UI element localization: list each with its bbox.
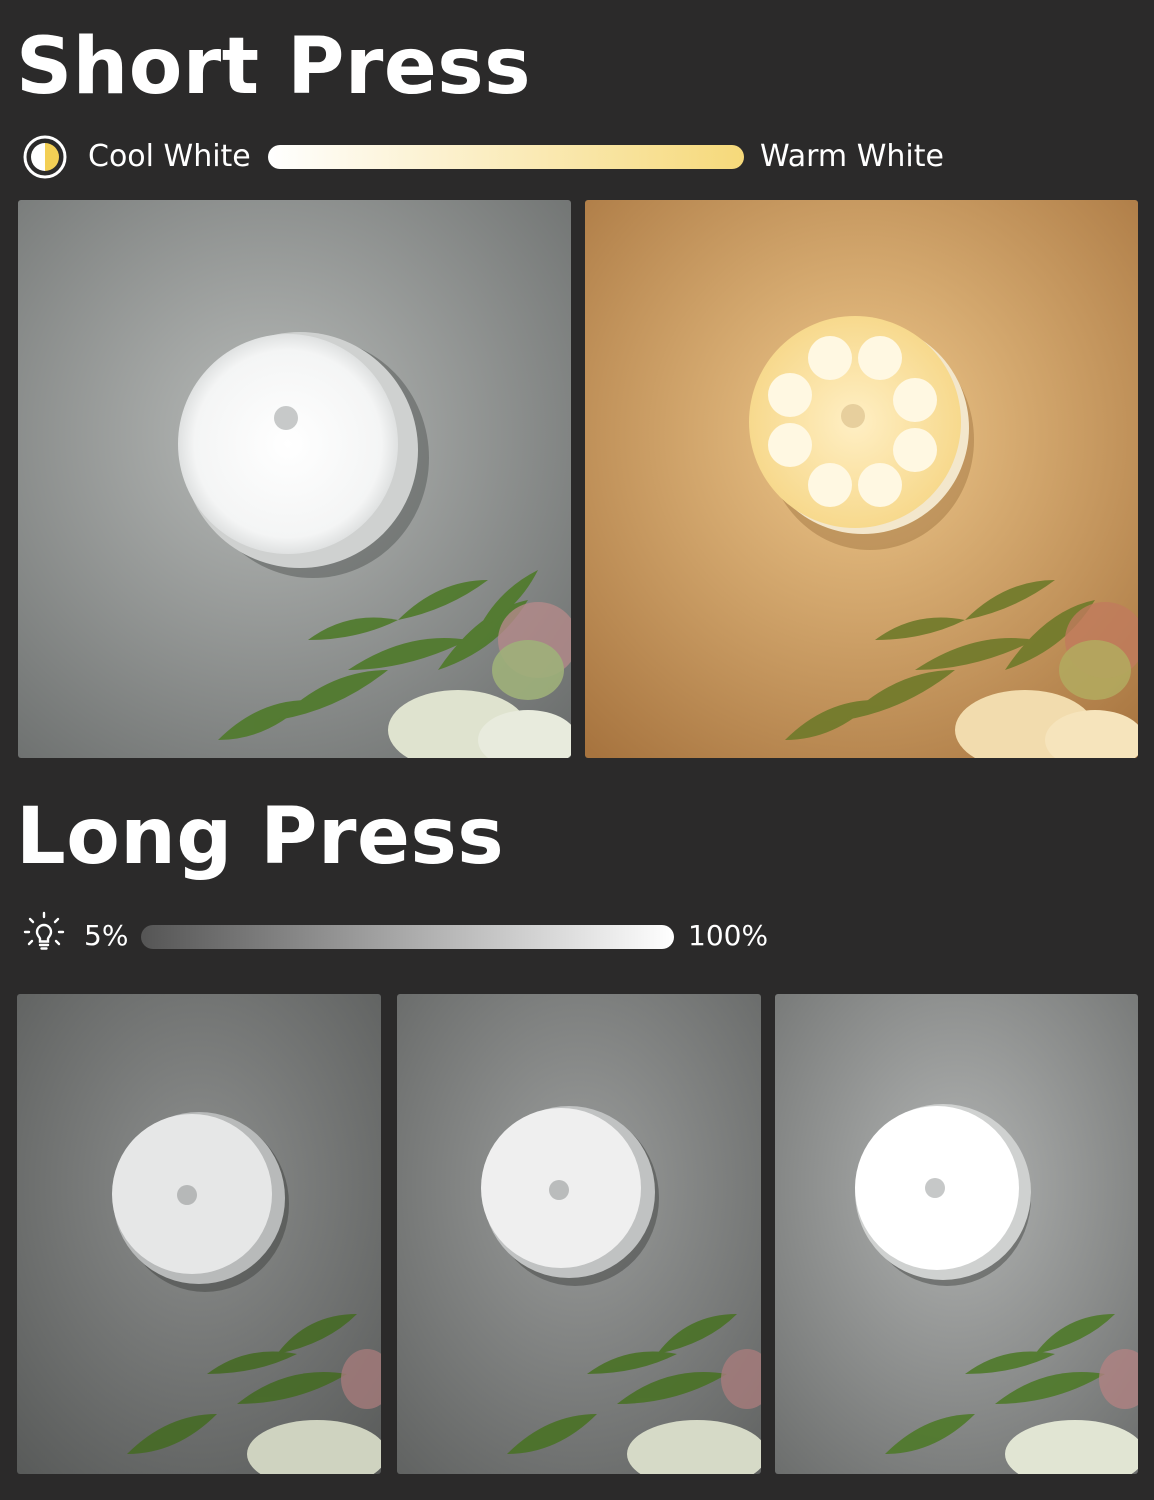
- brightness-low-photo: [17, 994, 381, 1474]
- brightness-high-photo: [775, 994, 1138, 1474]
- brightness-min-label: 5%: [84, 919, 129, 952]
- lightbulb-brightness-icon: [22, 910, 66, 954]
- cool-white-light-photo: [18, 200, 571, 758]
- brightness-gradient-bar: [141, 925, 674, 949]
- short-press-title: Short Press: [16, 22, 532, 112]
- brightness-medium-photo: [397, 994, 761, 1474]
- half-circle-color-temperature-icon: [22, 134, 68, 180]
- cool-white-label: Cool White: [88, 139, 251, 174]
- color-temperature-gradient-bar: [268, 145, 744, 169]
- brightness-max-label: 100%: [688, 919, 769, 952]
- long-press-title: Long Press: [16, 792, 505, 882]
- warm-white-label: Warm White: [760, 139, 944, 174]
- warm-white-light-photo: [585, 200, 1138, 758]
